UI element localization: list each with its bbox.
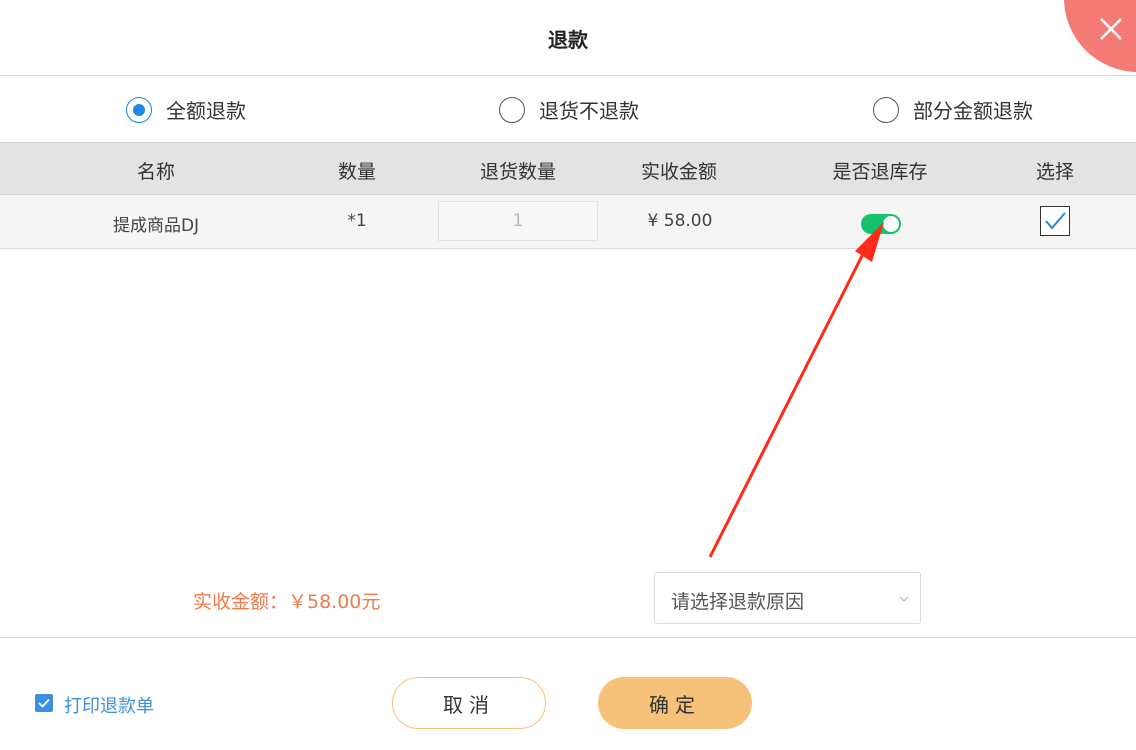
cell-product-name: 提成商品DJ — [112, 216, 200, 236]
refund-type-group: 全额退款 退货不退款 部分金额退款 — [0, 76, 1136, 142]
dialog-title: 退款 — [548, 28, 588, 52]
table-header: 名称 数量 退货数量 实收金额 是否退库存 选择 — [0, 142, 1136, 195]
close-icon — [1100, 18, 1122, 40]
footer-divider — [0, 637, 1136, 638]
cell-quantity: *1 — [347, 211, 367, 231]
dialog-header: 退款 — [0, 0, 1136, 76]
radio-label: 部分金额退款 — [913, 99, 1033, 123]
radio-partial-refund[interactable]: 部分金额退款 — [873, 95, 1033, 124]
received-amount-summary: 实收金额：￥58.00元 — [193, 591, 381, 613]
confirm-button[interactable]: 确定 — [598, 677, 752, 729]
cell-amount: ¥ 58.00 — [647, 211, 713, 231]
chevron-down-icon — [899, 596, 909, 602]
cancel-button[interactable]: 取消 — [392, 677, 546, 729]
print-receipt-checkbox[interactable] — [35, 694, 53, 712]
print-receipt-label[interactable]: 打印退款单 — [64, 692, 154, 718]
table-row: 提成商品DJ *1 ¥ 58.00 — [0, 195, 1136, 249]
radio-button-checked[interactable] — [126, 96, 152, 123]
column-header-return-quantity: 退货数量 — [479, 161, 557, 183]
radio-label: 全额退款 — [166, 99, 246, 123]
column-header-return-stock: 是否退库存 — [832, 161, 928, 183]
radio-return-no-refund[interactable]: 退货不退款 — [499, 95, 639, 124]
radio-full-refund[interactable]: 全额退款 — [126, 95, 246, 124]
column-header-name: 名称 — [136, 161, 176, 183]
column-header-quantity: 数量 — [337, 161, 377, 183]
toggle-knob — [883, 216, 899, 232]
radio-label: 退货不退款 — [539, 99, 639, 123]
return-quantity-input[interactable] — [438, 201, 598, 241]
refund-dialog: 退款 全额退款 退货不退款 部分金额退款 名称 数量 退货数量 实收金额 是否退… — [0, 0, 1136, 750]
check-icon — [38, 698, 50, 708]
return-stock-toggle[interactable] — [861, 214, 901, 234]
select-checkbox[interactable] — [1040, 206, 1070, 236]
column-header-select: 选择 — [1035, 161, 1075, 183]
refund-reason-placeholder: 请选择退款原因 — [671, 591, 805, 613]
check-icon — [1044, 211, 1066, 230]
radio-button[interactable] — [873, 96, 899, 123]
column-header-amount: 实收金额 — [640, 161, 718, 183]
radio-button[interactable] — [499, 96, 525, 123]
refund-reason-select[interactable]: 请选择退款原因 — [654, 572, 921, 624]
